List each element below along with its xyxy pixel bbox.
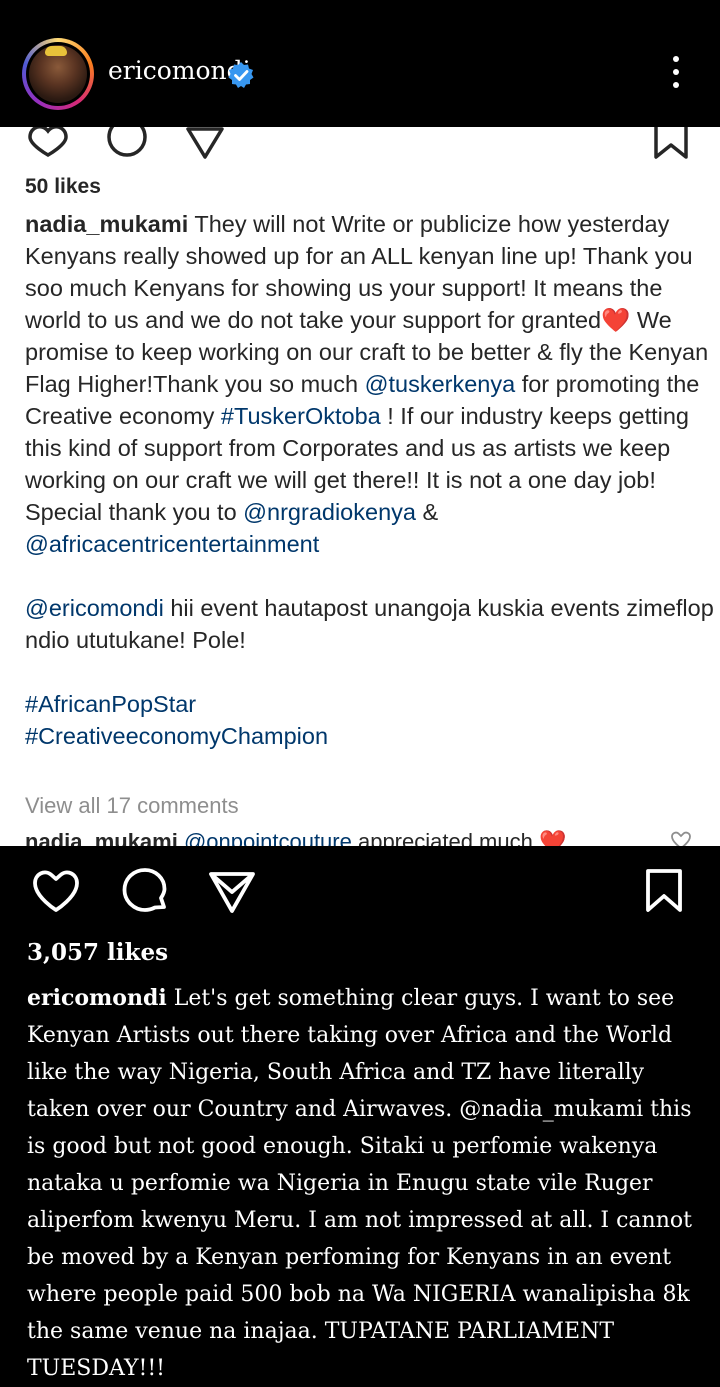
caption-username[interactable]: nadia_mukami [25,211,188,237]
comment-icon[interactable] [120,867,170,917]
post-footer: 3,057 likes ericomondi Let's get somethi… [0,846,720,1381]
heart-emoji: ❤️ [538,829,567,846]
share-icon [186,127,224,159]
mention-link[interactable]: @ericomondi [25,595,164,621]
post-caption: ericomondi Let's get something clear guy… [27,980,702,1387]
caption-text: Special thank you to [25,499,244,525]
verified-badge-icon [228,62,254,88]
comment-row: nadia_mukami @onpointcouture appreciated… [25,829,566,846]
caption-username[interactable]: ericomondi [27,985,167,1011]
like-icon[interactable] [32,868,80,914]
comment-icon [107,127,147,157]
avatar-image [26,42,90,106]
bookmark-icon[interactable] [644,868,684,914]
comment-username[interactable]: nadia_mukami [25,829,178,846]
caption-text: Let's get something clear guys. I want t… [27,986,692,1381]
mention-link[interactable]: @nrgradiokenya [243,499,416,525]
post-header: ericomondi [0,0,720,127]
hashtag-link[interactable]: #TuskerOktoba [221,403,381,429]
like-count[interactable]: 3,057 likes [27,939,168,966]
like-count[interactable]: 50 likes [25,175,101,199]
embedded-post-screenshot: 50 likes nadia_mukami They will not Writ… [0,127,720,846]
hashtag-link[interactable]: #AfricanPopStar [25,691,196,717]
mention-link[interactable]: @onpointcouture [184,829,352,846]
post-caption: nadia_mukami They will not Write or publ… [25,208,715,752]
more-options-button[interactable] [666,56,686,96]
share-icon[interactable] [208,870,256,914]
comment-text: appreciated much [351,829,539,846]
comment-like-icon[interactable] [670,830,692,846]
avatar[interactable] [22,38,94,110]
mention-link[interactable]: @africacentricentertainment [25,531,319,557]
bookmark-icon [654,127,688,159]
caption-text: & [415,499,439,525]
mention-link[interactable]: @tuskerkenya [365,371,516,397]
view-all-comments-link[interactable]: View all 17 comments [25,793,239,819]
like-icon [28,127,68,158]
heart-emoji: ❤️ [601,307,631,333]
action-icons-row-cropped [28,127,688,159]
hashtag-link[interactable]: #CreativeeconomyChampion [25,723,328,749]
